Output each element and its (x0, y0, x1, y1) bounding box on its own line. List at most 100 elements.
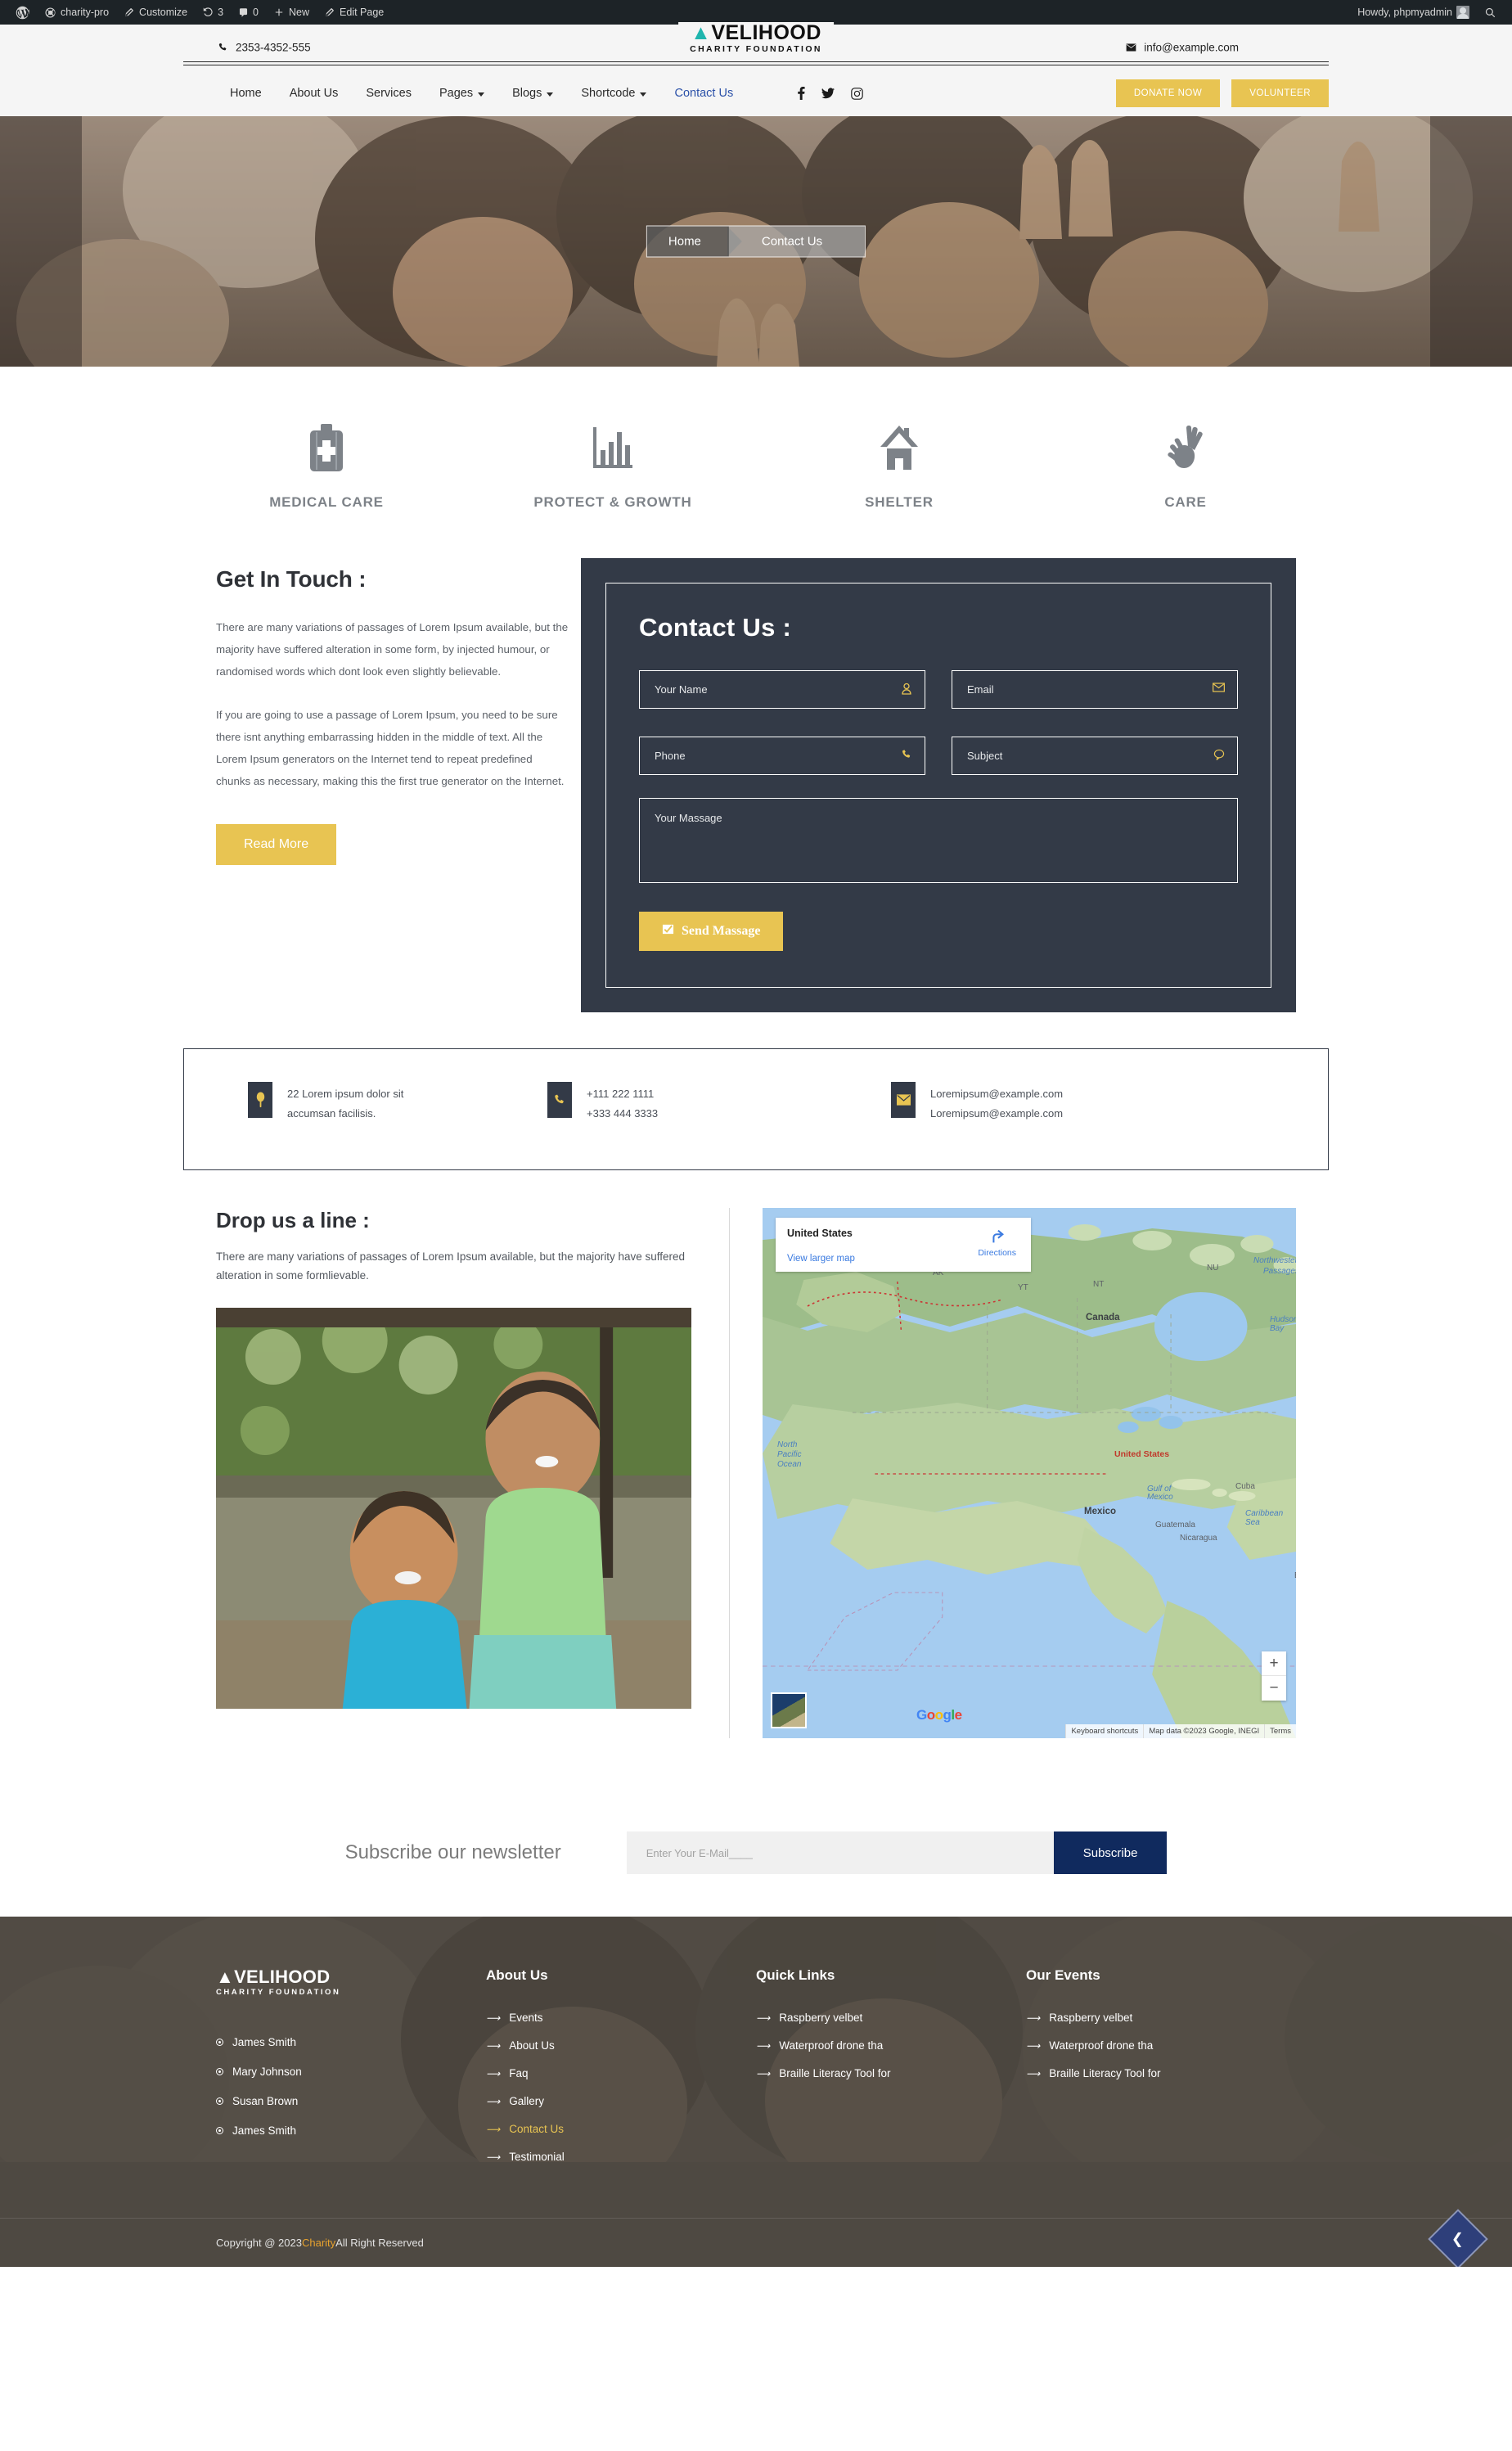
footer-link-testimonial[interactable]: ⟶ Testimonial (486, 2151, 756, 2163)
subject-input[interactable] (952, 737, 1238, 775)
service-label: SHELTER (865, 494, 934, 510)
list-item[interactable]: Mary Johnson (216, 2066, 486, 2078)
map-info-card: United States Directions View larger map (776, 1218, 1031, 1273)
bullet-ring-icon (216, 2068, 223, 2076)
footer-event-waterproof-drone[interactable]: ⟶ Waterproof drone tha (1026, 2039, 1296, 2052)
footer-link-faq[interactable]: ⟶ Faq (486, 2067, 756, 2079)
map-terms-link[interactable]: Terms (1264, 1724, 1296, 1739)
adminbar-customize[interactable]: Customize (116, 0, 195, 25)
footer-link-gallery[interactable]: ⟶ Gallery (486, 2095, 756, 2107)
service-care[interactable]: CARE (1042, 417, 1329, 511)
read-more-button[interactable]: Read More (216, 823, 337, 865)
send-message-button[interactable]: Send Massage (639, 912, 784, 951)
phone-icon (218, 43, 227, 51)
instagram-icon[interactable] (851, 87, 863, 100)
info-line-2: +333 444 3333 (587, 1107, 659, 1120)
info-phone-text: +111 222 1111 +333 444 3333 (587, 1082, 658, 1124)
map-keyboard-shortcuts[interactable]: Keyboard shortcuts (1065, 1724, 1144, 1739)
wp-logo-icon[interactable] (8, 0, 37, 25)
adminbar-site-name[interactable]: charity-pro (37, 0, 116, 25)
subscribe-button[interactable]: Subscribe (1053, 1831, 1168, 1875)
copyright-post: All Right Reserved (335, 2237, 424, 2250)
volunteer-button[interactable]: VOLUNTEER (1231, 79, 1329, 107)
adminbar-updates[interactable]: 3 (195, 0, 231, 25)
facebook-icon[interactable] (798, 87, 805, 100)
footer-heading: About Us (486, 1967, 548, 1984)
footer-link-waterproof-drone[interactable]: ⟶ Waterproof drone tha (756, 2039, 1026, 2052)
footer-event-raspberry-velbet[interactable]: ⟶ Raspberry velbet (1026, 2012, 1296, 2024)
map-label-united-states: United States (1114, 1449, 1170, 1460)
service-shelter[interactable]: SHELTER (756, 417, 1042, 511)
drop-line-photo (216, 1307, 691, 1709)
site-logo[interactable]: ▲VELIHOOD CHARITY FOUNDATION (678, 22, 834, 55)
list-item[interactable]: James Smith (216, 2124, 486, 2137)
copyright-brand[interactable]: Charity (302, 2237, 335, 2249)
name-input[interactable] (639, 670, 925, 709)
footer-link-raspberry-velbet[interactable]: ⟶ Raspberry velbet (756, 2012, 1026, 2024)
list-item[interactable]: James Smith (216, 2036, 486, 2048)
map-satellite-thumbnail[interactable] (771, 1692, 807, 1729)
nav-item-about-us[interactable]: About Us (276, 87, 353, 100)
breadcrumb-home[interactable]: Home (646, 226, 729, 257)
nav-item-blogs[interactable]: Blogs (498, 87, 567, 100)
arrow-right-icon: ⟶ (486, 2067, 501, 2079)
map-attribution: Keyboard shortcuts Map data ©2023 Google… (1065, 1724, 1296, 1739)
footer-link-events[interactable]: ⟶ Events (486, 2012, 756, 2024)
info-line-2: accumsan facilisis. (287, 1107, 376, 1120)
top-contact-bar: 2353-4352-555 ▲VELIHOOD CHARITY FOUNDATI… (0, 22, 1512, 70)
adminbar-search-icon[interactable] (1477, 0, 1504, 25)
google-map-embed[interactable]: United States Directions View larger map… (763, 1208, 1296, 1739)
helping-hands-icon (1042, 417, 1329, 478)
hero-left-shade (0, 116, 82, 367)
arrow-right-icon: ⟶ (486, 2095, 501, 2107)
arrow-right-icon: ⟶ (756, 2012, 771, 2024)
adminbar-comments[interactable]: 0 (231, 0, 266, 25)
footer-event-braille-literacy[interactable]: ⟶ Braille Literacy Tool for (1026, 2067, 1296, 2079)
message-textarea[interactable] (639, 798, 1238, 883)
footer-link-about-us[interactable]: ⟶ About Us (486, 2039, 756, 2052)
header-phone[interactable]: 2353-4352-555 (218, 42, 311, 54)
adminbar-edit-page[interactable]: Edit Page (317, 0, 391, 25)
nav-item-shortcode[interactable]: Shortcode (567, 87, 660, 100)
nav-item-services[interactable]: Services (352, 87, 425, 100)
email-input[interactable] (952, 670, 1238, 709)
nav-item-home[interactable]: Home (216, 87, 276, 100)
drop-line-right: United States Directions View larger map… (730, 1208, 1296, 1739)
site-footer: ▲VELIHOOD CHARITY FOUNDATION James Smith… (0, 1917, 1512, 2268)
twitter-icon[interactable] (821, 88, 835, 99)
adminbar-account[interactable]: Howdy, phpmyadmin (1350, 0, 1477, 25)
nav-item-contact-us[interactable]: Contact Us (660, 87, 747, 100)
donate-now-button[interactable]: DONATE NOW (1115, 79, 1221, 107)
adminbar-site-label: charity-pro (61, 7, 110, 18)
contact-info-bar: 22 Lorem ipsum dolor sit accumsan facili… (0, 1048, 1512, 1203)
footer-column-brand: ▲VELIHOOD CHARITY FOUNDATION James Smith… (216, 1967, 486, 2178)
phone-input[interactable] (639, 737, 925, 775)
header-cta-buttons: DONATE NOW VOLUNTEER (1115, 79, 1329, 107)
newsletter-email-input[interactable] (626, 1831, 1054, 1875)
header-email[interactable]: info@example.com (1126, 42, 1239, 54)
scroll-to-top-button[interactable]: ❮ (1428, 2209, 1488, 2268)
adminbar-new-label: New (289, 7, 310, 18)
list-item[interactable]: Susan Brown (216, 2095, 486, 2107)
footer-logo[interactable]: ▲VELIHOOD (216, 1967, 486, 1986)
service-medical-care[interactable]: MEDICAL CARE (183, 417, 470, 511)
adminbar-new[interactable]: New (266, 0, 317, 25)
bar-chart-icon (470, 417, 756, 478)
footer-link-braille-literacy[interactable]: ⟶ Braille Literacy Tool for (756, 2067, 1026, 2079)
service-label: CARE (1164, 494, 1207, 510)
medical-kit-icon (183, 417, 470, 478)
footer-link-contact-us[interactable]: ⟶ Contact Us (486, 2123, 756, 2135)
map-zoom-in-button[interactable]: + (1262, 1651, 1286, 1677)
social-links (798, 87, 863, 100)
phone-icon (547, 1082, 572, 1118)
nav-item-pages[interactable]: Pages (425, 87, 498, 100)
chevron-down-icon (547, 92, 554, 97)
service-protect-growth[interactable]: PROTECT & GROWTH (470, 417, 756, 511)
map-zoom-out-button[interactable]: − (1262, 1676, 1286, 1701)
info-address-text: 22 Lorem ipsum dolor sit accumsan facili… (287, 1082, 403, 1124)
map-directions-button[interactable]: Directions (978, 1228, 1016, 1258)
phone-icon (901, 749, 912, 762)
page-title: Get In Touch : (216, 566, 367, 592)
form-row-message (639, 798, 1238, 887)
info-line-1: Loremipsum@example.com (930, 1088, 1064, 1100)
